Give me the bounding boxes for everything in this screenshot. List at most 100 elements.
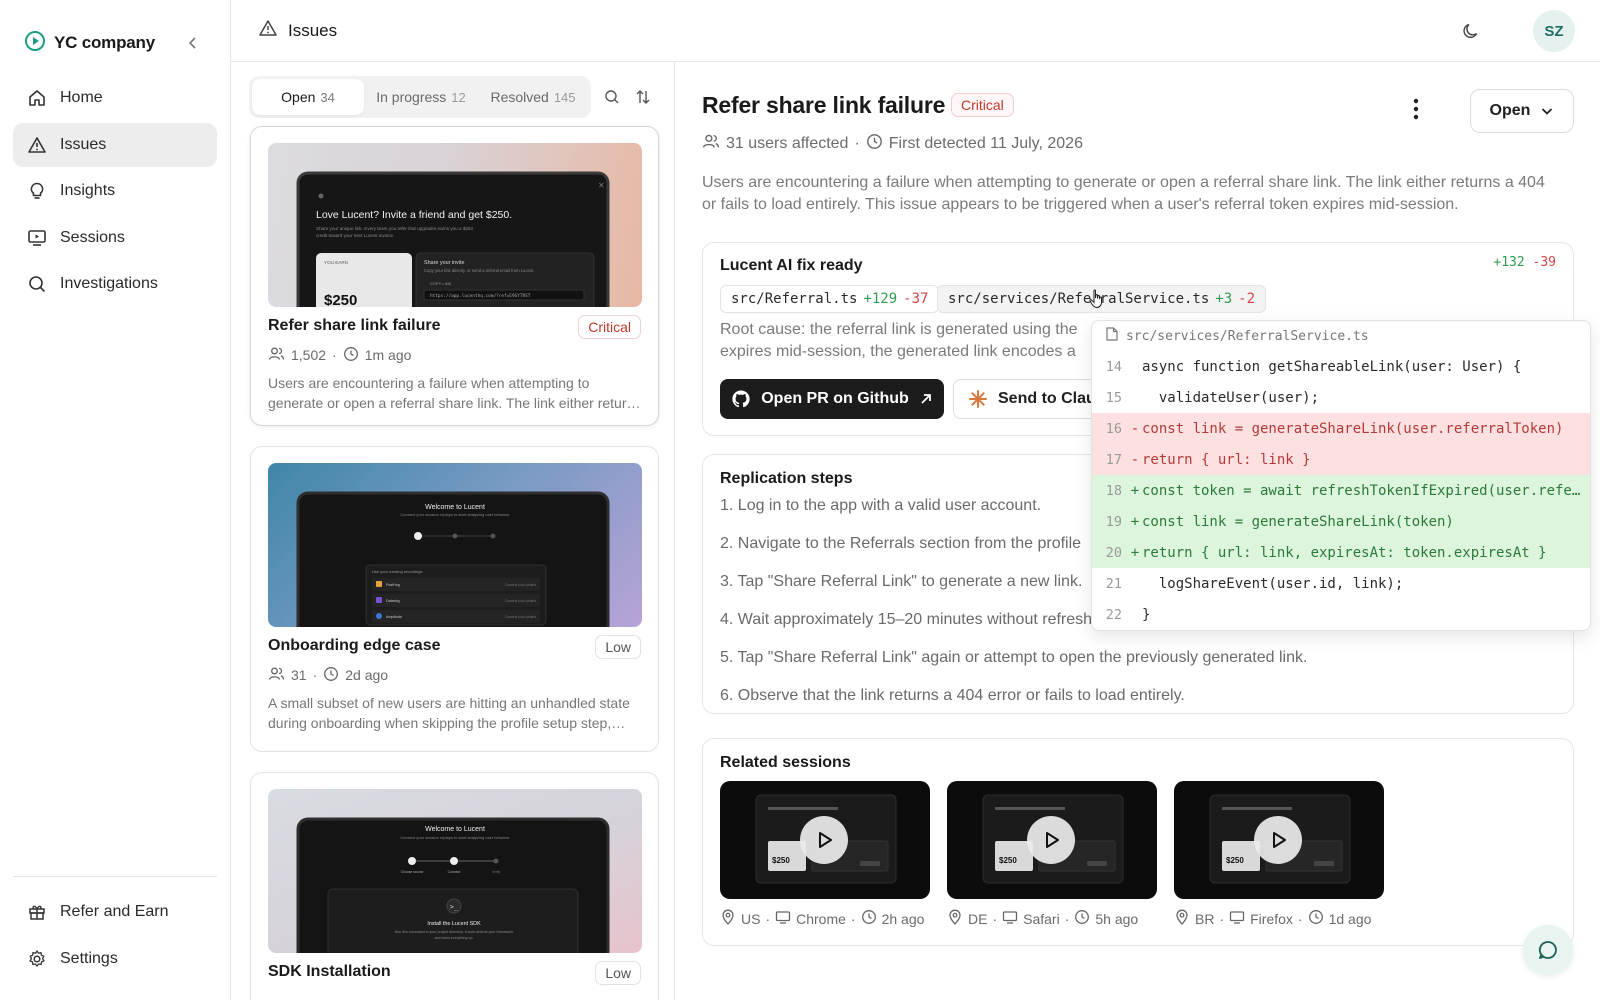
- sidebar: YC company Home Issues Insights Sessions…: [0, 0, 231, 1000]
- users-icon: [702, 132, 720, 155]
- browser-monitor-icon: [775, 909, 791, 928]
- svg-text:Install the Lucent SDK: Install the Lucent SDK: [427, 921, 481, 927]
- issue-card-meta: 31 · 2d ago: [268, 665, 388, 685]
- svg-text:Connect your project: Connect your project: [505, 583, 536, 587]
- tab-count: 12: [451, 89, 466, 105]
- sidebar-bottom-nav: Refer and Earn Settings: [13, 890, 217, 983]
- svg-text:>_: >_: [450, 903, 459, 911]
- sidebar-item-investigations[interactable]: Investigations: [13, 262, 217, 306]
- svg-text:$250: $250: [999, 856, 1017, 865]
- replication-title: Replication steps: [720, 470, 853, 487]
- chat-button[interactable]: [1523, 925, 1573, 975]
- sidebar-item-refer[interactable]: Refer and Earn: [13, 890, 217, 934]
- svg-text:Use your existing recordings: Use your existing recordings: [372, 569, 422, 574]
- users-icon: [268, 665, 285, 685]
- svg-text:Amplitude: Amplitude: [386, 615, 402, 619]
- issue-thumbnail: Welcome to Lucent Connect your session r…: [268, 463, 642, 627]
- home-icon: [27, 88, 47, 108]
- ai-fix-title: Lucent AI fix ready: [720, 257, 863, 274]
- tab-open[interactable]: Open 34: [252, 79, 364, 115]
- chevron-left-icon: [188, 37, 196, 49]
- status-dropdown[interactable]: Open: [1470, 89, 1574, 133]
- time-ago: 1m ago: [364, 347, 412, 363]
- sidebar-item-sessions[interactable]: Sessions: [13, 216, 217, 260]
- issue-card[interactable]: Welcome to Lucent Connect your session r…: [250, 446, 659, 752]
- session-browser: Firefox: [1250, 910, 1293, 927]
- browser-monitor-icon: [1002, 909, 1018, 928]
- issue-card-description: Users are encountering a failure when at…: [268, 375, 642, 411]
- collapse-sidebar-button[interactable]: [182, 32, 204, 54]
- issue-card[interactable]: Welcome to Lucent Connect your session r…: [250, 772, 659, 1000]
- file-name: src/Referral.ts: [731, 291, 858, 307]
- svg-text:Connect your session replays t: Connect your session replays to start an…: [400, 512, 510, 517]
- svg-text:PostHog: PostHog: [386, 583, 400, 587]
- sidebar-item-settings[interactable]: Settings: [13, 937, 217, 981]
- code-line: 21 logShareEvent(user.id, link);: [1105, 575, 1404, 592]
- gear-icon: [27, 949, 47, 969]
- issue-title: Refer share link failure: [702, 92, 946, 118]
- session-country: DE: [968, 910, 988, 927]
- sidebar-nav: Home Issues Insights Sessions Investigat…: [13, 76, 217, 309]
- tab-in-progress[interactable]: In progress 12: [364, 79, 478, 115]
- session-country: BR: [1195, 910, 1215, 927]
- sidebar-item-insights[interactable]: Insights: [13, 169, 217, 213]
- file-icon: [1106, 327, 1118, 345]
- svg-text:$250: $250: [324, 292, 357, 307]
- related-sessions-title: Related sessions: [720, 754, 851, 771]
- sidebar-item-issues[interactable]: Issues: [13, 122, 217, 167]
- session-item[interactable]: $250 US · Chrome · 2h ago: [720, 781, 930, 928]
- tab-resolved[interactable]: Resolved 145: [478, 79, 588, 115]
- session-thumbnail[interactable]: $250: [720, 781, 930, 899]
- play-button[interactable]: [1254, 816, 1302, 864]
- severity-badge: Low: [595, 961, 641, 985]
- brand[interactable]: YC company: [24, 28, 155, 58]
- svg-text:Verify: Verify: [492, 870, 501, 874]
- theme-toggle-button[interactable]: [1459, 19, 1483, 43]
- gift-icon: [27, 902, 47, 922]
- tab-count: 34: [320, 89, 335, 105]
- sidebar-item-label: Home: [60, 89, 103, 106]
- session-thumbnail[interactable]: $250: [947, 781, 1157, 899]
- time-ago: 2d ago: [345, 667, 389, 683]
- issue-card-title: Refer share link failure: [268, 317, 441, 334]
- status-tabs: Open 34 In progress 12 Resolved 145: [249, 76, 591, 118]
- code-file-name: src/services/ReferralService.ts: [1126, 328, 1369, 344]
- tab-label: In progress: [376, 89, 447, 105]
- sidebar-item-home[interactable]: Home: [13, 76, 217, 120]
- play-button[interactable]: [1027, 816, 1075, 864]
- tab-count: 145: [553, 89, 576, 105]
- session-item[interactable]: $250 BR · Firefox · 1d ago: [1174, 781, 1384, 928]
- issue-card[interactable]: ✕ Love Lucent? Invite a friend and get $…: [250, 126, 659, 426]
- svg-text:Connect: Connect: [448, 870, 461, 874]
- play-icon: [1273, 832, 1286, 848]
- svg-text:✕: ✕: [598, 181, 605, 190]
- sort-button[interactable]: [632, 86, 654, 108]
- moon-icon: [1463, 23, 1478, 38]
- claude-spark-icon: [969, 390, 987, 408]
- session-meta: BR · Firefox · 1d ago: [1174, 909, 1384, 928]
- replication-step: 1. Log in to the app with a valid user a…: [720, 497, 1042, 514]
- kebab-menu-icon: [1413, 98, 1419, 120]
- session-thumbnail[interactable]: $250: [1174, 781, 1384, 899]
- sort-icon: [636, 90, 650, 104]
- replication-step: 3. Tap "Share Referral Link" to generate…: [720, 573, 1083, 590]
- file-chip[interactable]: src/Referral.ts +129 -37: [720, 285, 940, 313]
- list-search-button[interactable]: [601, 86, 623, 108]
- warning-icon: [27, 135, 47, 155]
- issue-card-meta: 1,502 · 1m ago: [268, 345, 411, 365]
- github-icon: [732, 390, 750, 408]
- svg-text:Connect your project: Connect your project: [505, 599, 536, 603]
- file-name: src/services/ReferralService.ts: [948, 291, 1210, 307]
- brand-name: YC company: [54, 33, 155, 52]
- session-item[interactable]: $250 DE · Safari · 5h ago: [947, 781, 1157, 928]
- svg-text:$250: $250: [772, 856, 790, 865]
- avatar[interactable]: SZ: [1533, 10, 1575, 52]
- play-button[interactable]: [800, 816, 848, 864]
- first-detected: First detected 11 July, 2026: [888, 134, 1083, 152]
- warning-icon: [258, 18, 278, 43]
- open-pr-button[interactable]: Open PR on Github: [720, 379, 944, 419]
- more-options-button[interactable]: [1404, 96, 1428, 122]
- users-affected: 31 users affected: [726, 134, 849, 152]
- onboarding-screen-preview: Welcome to Lucent Connect your session r…: [296, 491, 610, 627]
- location-pin-icon: [720, 909, 736, 928]
